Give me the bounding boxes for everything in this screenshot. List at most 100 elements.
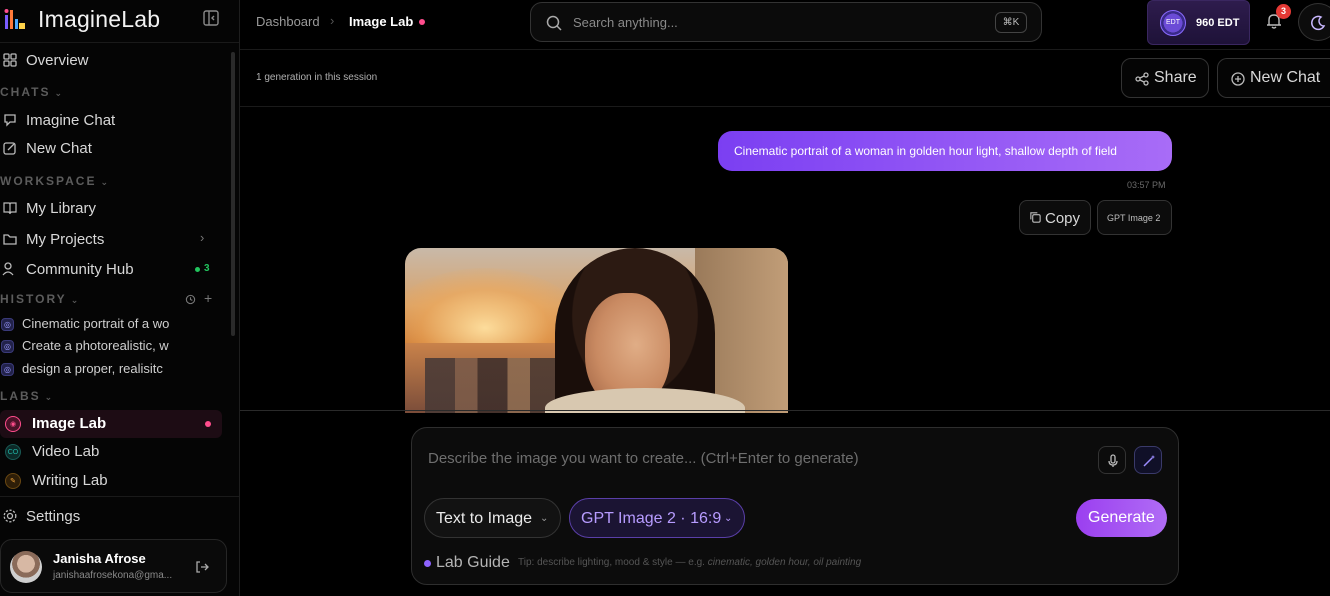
guide-tip-text: Tip: describe lighting, mood & style — e… <box>518 557 708 568</box>
lab-guide-link[interactable]: Lab Guide <box>436 554 510 572</box>
add-history-icon[interactable]: + <box>204 290 212 306</box>
history-label: Cinematic portrait of a wo <box>22 316 170 331</box>
book-icon <box>3 202 17 215</box>
divider <box>240 49 1330 50</box>
copy-button[interactable]: Copy <box>1019 200 1091 235</box>
breadcrumb-dashboard[interactable]: Dashboard <box>256 14 320 29</box>
nav-label: My Library <box>26 199 97 217</box>
search-placeholder: Search anything... <box>573 15 678 30</box>
image-chat-icon: ◎ <box>1 340 14 353</box>
active-dot <box>205 421 211 427</box>
brand-name: ImagineLab <box>38 6 161 32</box>
history-item[interactable]: ◎ Create a photorealistic, w <box>0 336 224 356</box>
pen-icon: ✎ <box>5 473 21 489</box>
logout-icon[interactable] <box>194 559 210 575</box>
chevron-down-icon: ⌄ <box>54 88 62 98</box>
nav-overview[interactable]: Overview <box>0 48 224 72</box>
lab-video-lab[interactable]: CO Video Lab <box>0 438 222 466</box>
image-chat-icon: ◎ <box>1 363 14 376</box>
new-chat-label: New Chat <box>1250 69 1321 86</box>
chat-bubble-icon <box>4 114 16 127</box>
guide-tip-examples: cinematic, golden hour, oil painting <box>707 557 862 568</box>
chevron-down-icon: ⌄ <box>540 513 549 524</box>
section-history[interactable]: HISTORY ⌄ <box>0 292 78 306</box>
prompt-composer: Describe the image you want to create...… <box>411 427 1179 585</box>
image-chat-icon: ◎ <box>1 318 14 331</box>
nav-label: Community Hub <box>26 260 134 278</box>
active-dot <box>419 19 425 25</box>
lab-writing-lab[interactable]: ✎ Writing Lab <box>0 467 222 495</box>
nav-settings[interactable]: Settings <box>0 504 224 528</box>
section-workspace[interactable]: WORKSPACE ⌄ <box>0 174 108 188</box>
mode-label: Text to Image <box>436 510 533 527</box>
user-message-text: Cinematic portrait of a woman in golden … <box>734 144 1117 158</box>
copy-label: Copy <box>1045 210 1081 227</box>
image-lab-icon: ◉ <box>5 416 21 432</box>
history-clock-icon[interactable] <box>185 294 196 305</box>
credits-badge[interactable]: EDT 960 EDT <box>1147 0 1250 45</box>
section-labs[interactable]: LABS ⌄ <box>0 389 52 403</box>
history-item[interactable]: ◎ design a proper, realisitc <box>0 359 224 379</box>
guide-tip: Tip: describe lighting, mood & style — e… <box>518 557 861 568</box>
nav-label: Imagine Chat <box>26 111 116 129</box>
generate-button[interactable]: Generate <box>1076 499 1167 537</box>
sidebar: ImagineLab Overview CHATS ⌄ Imagine Chat… <box>0 0 240 596</box>
model-tag-label: GPT Image 2 <box>1107 213 1161 223</box>
guide-dot <box>424 560 431 567</box>
brand[interactable]: ImagineLab <box>0 0 239 38</box>
section-label: CHATS <box>0 85 51 99</box>
section-label: LABS <box>0 389 41 403</box>
user-email: janishaafrosekona@gma... <box>53 570 173 581</box>
mode-select[interactable]: Text to Image ⌄ <box>424 498 561 538</box>
gear-icon <box>3 509 17 523</box>
divider <box>240 410 1330 411</box>
sidebar-scrollbar[interactable] <box>231 52 235 336</box>
collapse-sidebar-icon[interactable] <box>202 9 220 27</box>
lab-image-lab[interactable]: ◉ Image Lab <box>0 410 222 438</box>
nav-community-hub[interactable]: Community Hub 3 <box>0 257 224 281</box>
chevron-down-icon: ⌄ <box>724 513 733 524</box>
video-lab-icon: CO <box>5 444 21 460</box>
user-message: Cinematic portrait of a woman in golden … <box>718 131 1172 171</box>
logo-icon <box>4 9 25 29</box>
enhance-prompt-button[interactable] <box>1134 446 1162 474</box>
model-select[interactable]: GPT Image 2 · 16:9 ⌄ <box>569 498 745 538</box>
chevron-down-icon: ⌄ <box>70 295 79 305</box>
section-label: WORKSPACE <box>0 174 97 188</box>
nav-my-projects[interactable]: My Projects › <box>0 227 224 251</box>
nav-imagine-chat[interactable]: Imagine Chat <box>0 108 224 132</box>
chevron-down-icon: ⌄ <box>44 392 53 402</box>
top-bar: Dashboard › Image Lab Search anything...… <box>240 0 1330 45</box>
search-input[interactable]: Search anything... ⌘K <box>530 2 1042 42</box>
section-chats[interactable]: CHATS ⌄ <box>0 85 62 99</box>
nav-label: Overview <box>26 51 89 69</box>
history-item[interactable]: ◎ Cinematic portrait of a wo <box>0 314 224 334</box>
nav-label: New Chat <box>26 139 92 157</box>
new-chat-button[interactable]: New Chat <box>1217 58 1330 98</box>
theme-toggle-button[interactable] <box>1298 3 1330 41</box>
prompt-input[interactable]: Describe the image you want to create...… <box>428 450 859 467</box>
edit-icon <box>3 142 16 155</box>
lab-label: Writing Lab <box>32 472 108 489</box>
nav-my-library[interactable]: My Library <box>0 196 224 220</box>
microphone-button[interactable] <box>1098 446 1126 474</box>
chevron-right-icon: › <box>200 230 205 245</box>
microphone-icon <box>1108 454 1118 467</box>
online-dot <box>195 267 200 272</box>
nav-new-chat[interactable]: New Chat <box>0 136 224 160</box>
user-card[interactable]: Janisha Afrose janishaafrosekona@gma... <box>0 539 227 593</box>
nav-label: Settings <box>26 507 81 525</box>
breadcrumb-current: Image Lab <box>349 14 414 29</box>
moon-icon <box>1311 15 1326 31</box>
share-icon <box>1135 72 1149 86</box>
share-button[interactable]: Share <box>1121 58 1209 98</box>
history-label: Create a photorealistic, w <box>22 338 169 353</box>
generated-image[interactable] <box>405 248 788 413</box>
chevron-down-icon: ⌄ <box>100 177 108 187</box>
search-icon <box>546 15 562 31</box>
history-label: design a proper, realisitc <box>22 361 163 376</box>
lab-label: Video Lab <box>32 443 100 460</box>
grid-icon <box>3 53 17 67</box>
nav-label: My Projects <box>26 230 105 248</box>
divider <box>240 106 1330 107</box>
